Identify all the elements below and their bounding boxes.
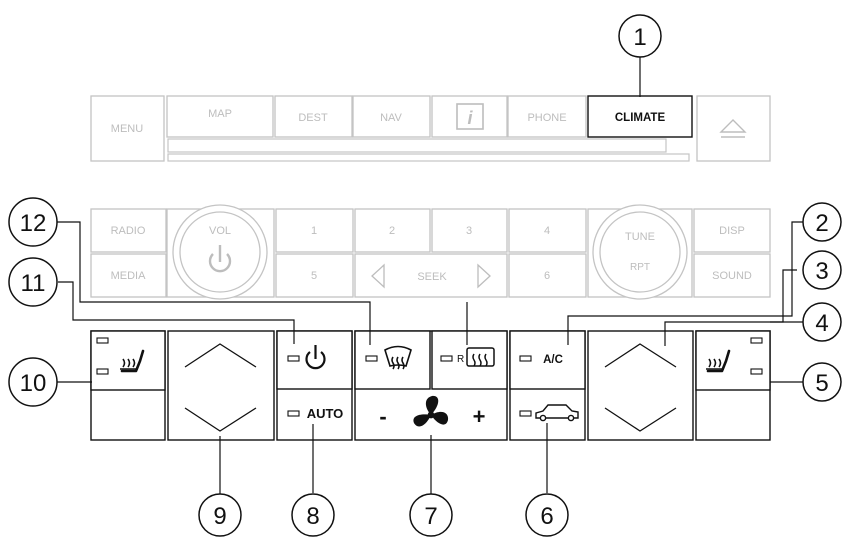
phone-label: PHONE [527,112,566,124]
display-rail [167,153,690,162]
climate-panel: AUTO R - + A/C [90,330,771,441]
right-seat-led-high [750,337,763,344]
auto-label: AUTO [307,406,344,421]
left-temp-frame [167,330,275,441]
map-label: MAP [208,108,232,120]
fan-minus-button[interactable]: - [379,404,386,429]
callout-3-number: 3 [815,258,828,285]
rpt-label: RPT [630,262,650,273]
auto-led [287,410,300,417]
climate-label: CLIMATE [615,112,666,124]
preset-2-label: 2 [389,225,395,237]
callout-4-number: 4 [815,310,828,337]
ac-led [519,355,532,362]
rear-defrost-r-label: R [457,354,464,365]
left-seat-led-high [96,337,109,344]
display-slot [167,138,667,153]
callout-9-number: 9 [213,503,226,530]
callout-2-number: 2 [815,210,828,237]
callout-10-number: 10 [20,370,47,397]
seek-label: SEEK [417,271,447,283]
callout-11-number: 11 [21,270,46,297]
climate-control-diagram: MENU MAP DEST NAV i PHONE CLIMATE RADIO … [8,14,842,537]
audio-panel: RADIO MEDIA VOL 1 2 3 4 5 SEEK 6 TUNE RP… [90,204,771,300]
preset-4-label: 4 [544,225,550,237]
preset-3-label: 3 [466,225,472,237]
preset-6-label: 6 [544,270,550,282]
dest-label: DEST [298,112,328,124]
nav-label: NAV [380,112,402,124]
top-panel: MENU MAP DEST NAV i PHONE CLIMATE [90,95,771,162]
callout-5-number: 5 [815,370,828,397]
callout-1-number: 1 [633,24,646,51]
preset-5-label: 5 [311,270,317,282]
front-defrost-led [365,355,378,362]
vol-label: VOL [209,225,231,237]
eject-button[interactable] [696,95,771,162]
media-label: MEDIA [111,270,147,282]
preset-1-label: 1 [311,225,317,237]
callout-8-number: 8 [306,503,319,530]
callout-7-number: 7 [424,503,437,530]
callout-6-number: 6 [540,503,553,530]
radio-label: RADIO [111,225,146,237]
tune-knob[interactable] [599,211,681,293]
sound-label: SOUND [712,270,752,282]
right-seat-led-low [750,368,763,375]
right-temp-frame [587,330,694,441]
menu-label: MENU [111,123,143,135]
callout-12-number: 12 [20,210,47,237]
disp-label: DISP [719,225,745,237]
power-led [287,355,300,362]
fan-plus-button[interactable]: + [473,404,486,429]
ac-label: A/C [543,354,563,366]
rear-defrost-led [440,355,453,362]
tune-label: TUNE [625,231,655,243]
left-seat-led-low [96,368,109,375]
recirc-led [519,410,532,417]
